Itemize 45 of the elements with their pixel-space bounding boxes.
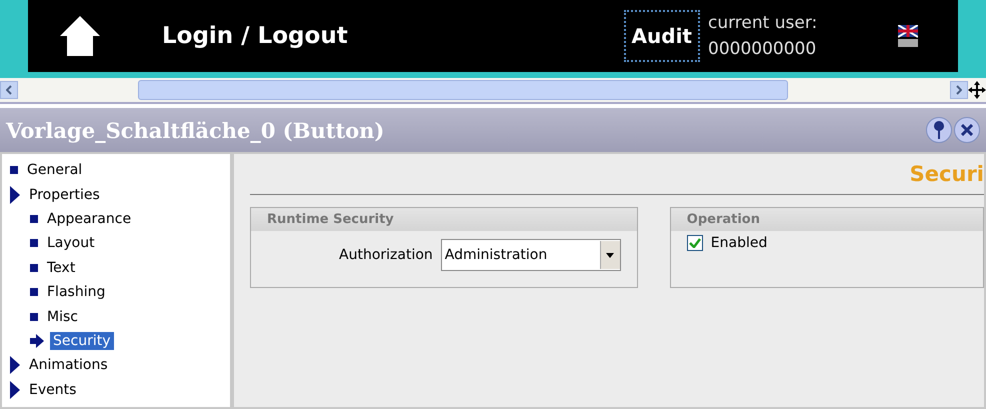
authorization-label: Authorization <box>339 247 433 263</box>
bullet-icon <box>30 312 38 321</box>
pin-icon <box>933 121 945 139</box>
tree-item[interactable]: Properties <box>26 186 103 204</box>
tree-item[interactable]: Misc <box>44 308 81 326</box>
authorization-dropdown[interactable]: Administration <box>440 239 621 271</box>
current-user-label: current user: <box>708 13 818 33</box>
current-user-value: 0000000000 <box>708 39 818 59</box>
tree-item[interactable]: Flashing <box>44 283 108 302</box>
group-title: Operation <box>670 208 983 231</box>
bullet-icon <box>30 288 38 296</box>
bullet-icon <box>30 264 38 272</box>
language-flag-icon[interactable] <box>898 25 918 47</box>
caret-icon <box>606 252 614 258</box>
bullet-icon <box>30 214 38 223</box>
audit-button[interactable]: Audit <box>624 10 700 62</box>
section-heading: Securi <box>910 162 984 186</box>
close-icon <box>961 124 973 136</box>
group-title: Runtime Security <box>251 208 637 231</box>
move-icon[interactable] <box>968 81 986 99</box>
tree-item[interactable]: General <box>24 161 86 180</box>
triangle-icon <box>10 356 20 374</box>
tree-item[interactable]: Animations <box>26 356 111 374</box>
enabled-checkbox[interactable] <box>686 235 703 251</box>
chevron-left-icon <box>6 85 12 95</box>
tree-item[interactable]: Appearance <box>44 210 134 228</box>
tree-item[interactable]: Layout <box>44 234 98 252</box>
triangle-icon <box>10 186 20 204</box>
tree-item[interactable]: Text <box>44 258 78 277</box>
pin-button[interactable] <box>926 117 952 143</box>
enabled-label: Enabled <box>710 235 768 251</box>
close-button[interactable] <box>954 117 980 143</box>
arrow-icon <box>30 334 44 348</box>
bullet-icon <box>30 239 38 248</box>
triangle-icon <box>10 380 20 399</box>
scrollbar-thumb[interactable] <box>138 80 788 100</box>
home-icon <box>58 14 102 58</box>
scroll-left-button[interactable] <box>0 81 18 99</box>
chevron-right-icon <box>956 85 962 95</box>
panel-title: Vorlage_Schaltfläche_0 (Button) <box>6 118 386 142</box>
tree-item[interactable]: Security <box>50 332 114 350</box>
bullet-icon <box>10 166 18 174</box>
login-logout-button[interactable]: Login / Logout <box>162 23 624 49</box>
scroll-right-button[interactable] <box>950 81 968 99</box>
tree-item[interactable]: Events <box>26 380 80 399</box>
